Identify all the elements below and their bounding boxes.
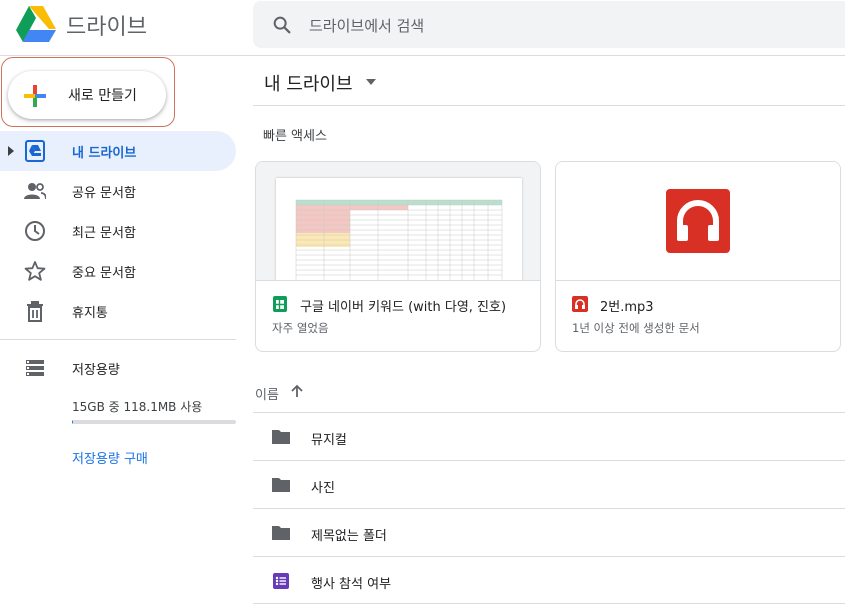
title-divider <box>253 105 845 106</box>
card-subtitle: 1년 이상 전에 생성한 문서 <box>572 321 700 335</box>
forms-icon <box>273 573 289 589</box>
audio-icon <box>572 296 588 312</box>
search-input[interactable]: 드라이브에서 검색 <box>309 15 424 36</box>
file-row[interactable]: 뮤지컬 <box>253 412 845 460</box>
storage-fill <box>72 420 74 424</box>
file-row[interactable]: 제목없는 폴더 <box>253 508 845 556</box>
card-file-name: 구글 네이버 키워드 (with 다영, 진호) <box>300 300 507 315</box>
file-name: 뮤지컬 <box>311 433 347 448</box>
star-icon <box>24 261 46 281</box>
sheets-icon <box>273 296 287 312</box>
page-title[interactable]: 내 드라이브 <box>264 70 353 96</box>
new-button-label: 새로 만들기 <box>68 88 137 104</box>
card-thumbnail <box>256 162 540 281</box>
storage-bar <box>72 420 236 424</box>
expand-caret-icon[interactable] <box>7 145 15 157</box>
buy-storage-link[interactable]: 저장용량 구매 <box>72 448 148 467</box>
sidebar-item-my-drive[interactable]: 내 드라이브 <box>0 131 236 171</box>
my-drive-icon <box>25 140 45 162</box>
sidebar-divider <box>0 339 236 340</box>
spreadsheet-preview <box>276 178 522 280</box>
sort-by-name[interactable]: 이름 <box>255 384 279 403</box>
file-name: 제목없는 폴더 <box>311 529 387 544</box>
arrow-up-icon[interactable] <box>290 384 304 398</box>
sidebar-item-label: 공유 문서함 <box>72 186 136 201</box>
search-box[interactable]: 드라이브에서 검색 <box>253 1 845 48</box>
search-icon[interactable] <box>271 14 293 36</box>
folder-icon <box>272 478 290 492</box>
sidebar-item-shared[interactable]: 공유 문서함 <box>0 171 236 211</box>
app-title[interactable]: 드라이브 <box>66 9 147 41</box>
trash-icon <box>27 301 43 322</box>
file-name: 사진 <box>311 481 335 496</box>
quick-access-card[interactable]: 2번.mp3 1년 이상 전에 생성한 문서 <box>555 161 841 352</box>
storage-title: 저장용량 <box>72 363 120 378</box>
file-row[interactable]: 행사 참석 여부 <box>253 556 845 604</box>
quick-access-card[interactable]: 구글 네이버 키워드 (with 다영, 진호) 자주 열었음 <box>255 161 541 352</box>
headphones-icon <box>666 189 730 253</box>
drive-logo-icon[interactable] <box>16 6 56 42</box>
new-button[interactable]: 새로 만들기 <box>8 71 166 119</box>
sidebar-item-recent[interactable]: 최근 문서함 <box>0 211 236 251</box>
plus-icon <box>24 85 46 107</box>
quick-access-title: 빠른 액세스 <box>263 129 327 144</box>
card-subtitle: 자주 열었음 <box>272 321 329 335</box>
folder-icon <box>272 430 290 444</box>
clock-icon <box>25 221 45 241</box>
sidebar-item-label: 내 드라이브 <box>72 146 137 161</box>
shared-people-icon <box>24 183 46 200</box>
sidebar-item-label: 휴지통 <box>72 306 108 321</box>
sidebar-item-trash[interactable]: 휴지통 <box>0 291 236 331</box>
storage-usage: 15GB 중 118.1MB 사용 <box>72 400 203 414</box>
folder-icon <box>272 526 290 540</box>
sidebar-item-label: 중요 문서함 <box>72 266 136 281</box>
sidebar-item-label: 최근 문서함 <box>72 226 136 241</box>
card-thumbnail <box>556 162 840 281</box>
dropdown-arrow-icon[interactable] <box>366 79 376 85</box>
file-name: 행사 참석 여부 <box>311 577 392 592</box>
sidebar-item-starred[interactable]: 중요 문서함 <box>0 251 236 291</box>
file-row[interactable]: 사진 <box>253 460 845 508</box>
card-file-name: 2번.mp3 <box>600 300 654 315</box>
storage-icon <box>26 360 44 376</box>
top-bar: 드라이브 드라이브에서 검색 <box>0 0 845 56</box>
